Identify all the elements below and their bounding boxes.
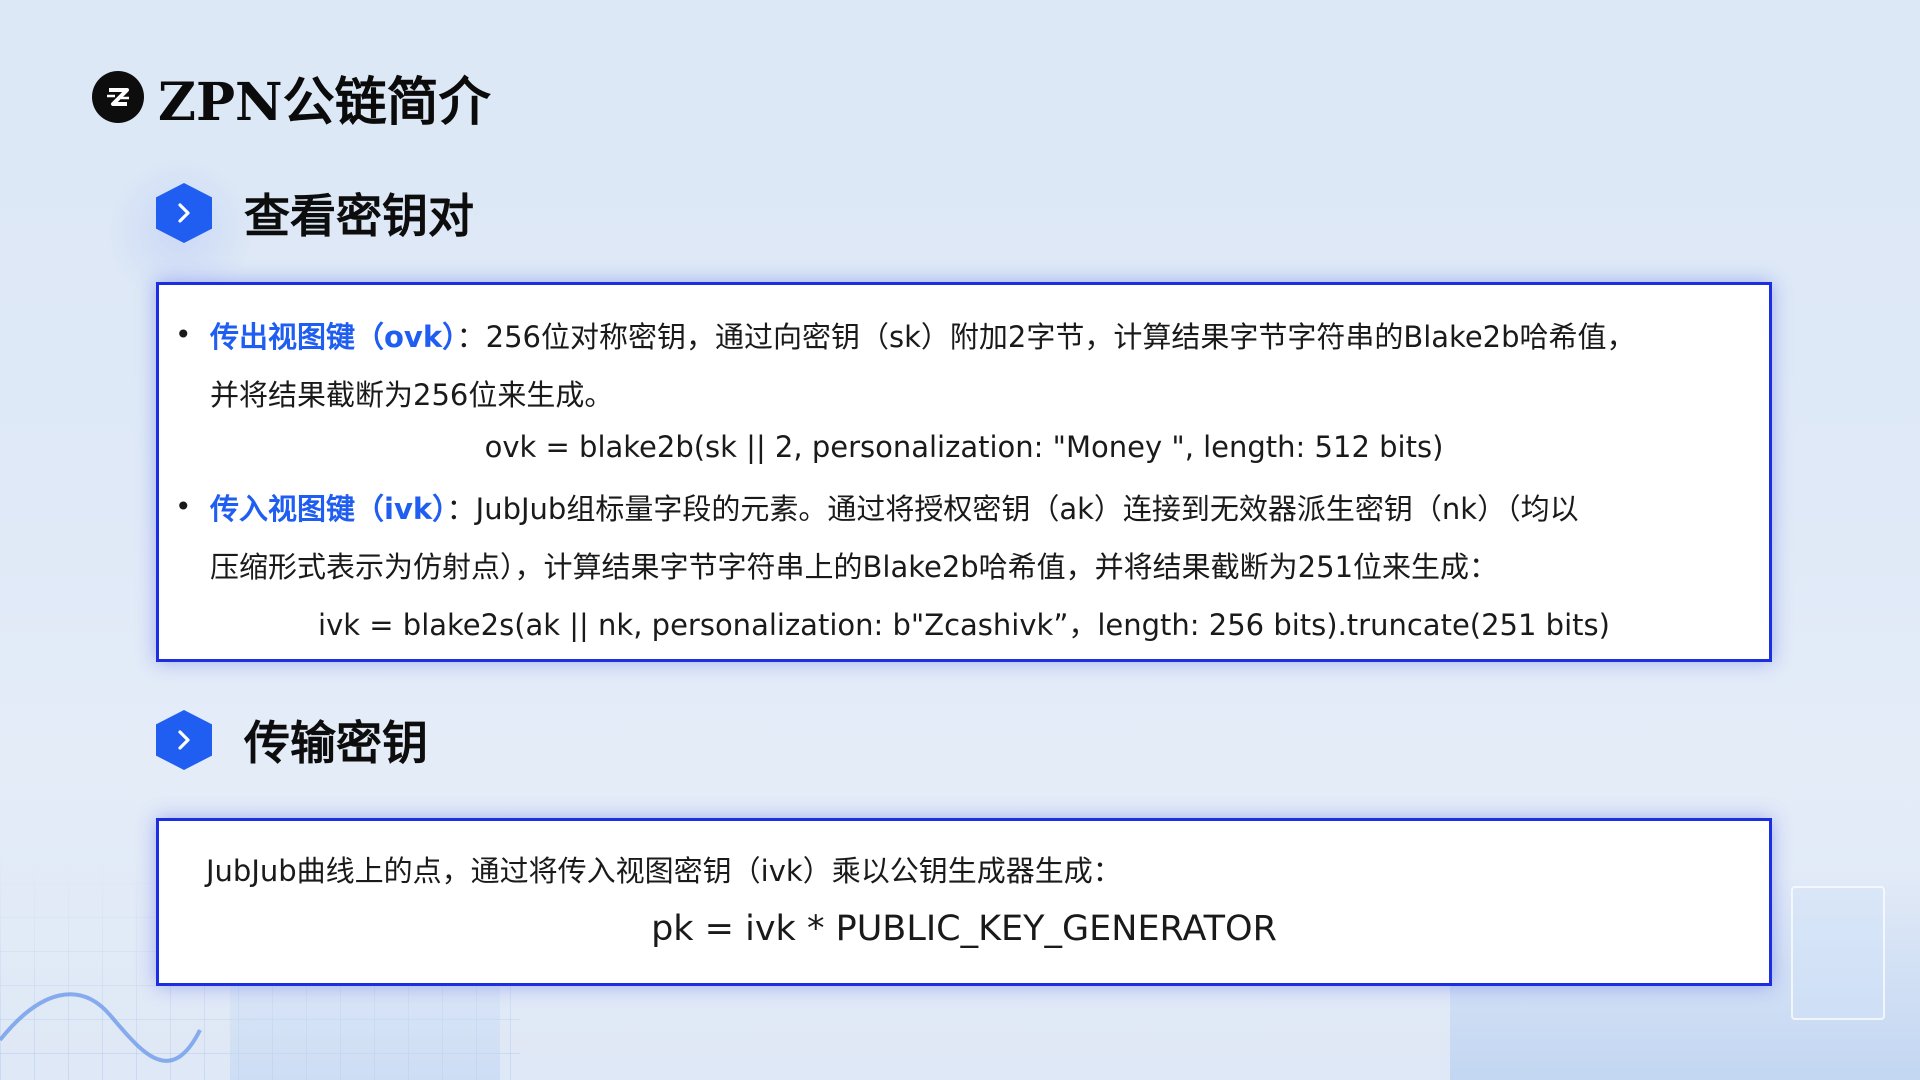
background-panel — [230, 970, 500, 1080]
section-title: 查看密钥对 — [244, 189, 474, 243]
ivk-description-line: 传入视图键（ivk）：JubJub组标量字段的元素。通过将授权密钥（ak）连接到… — [210, 486, 1579, 528]
section-title: 传输密钥 — [244, 716, 428, 770]
section-header-key-pair: 查看密钥对 — [156, 180, 474, 246]
chevron-right-icon — [156, 183, 212, 243]
ivk-formula: ivk = blake2s(ak || nk, personalization:… — [318, 608, 1610, 642]
ovk-description: ：256位对称密钥，通过向密钥（sk）附加2字节，计算结果字节字符串的Blake… — [456, 320, 1636, 354]
ovk-term: 传出视图键（ovk） — [210, 320, 457, 354]
transfer-key-content-box: JubJub曲线上的点，通过将传入视图密钥（ivk）乘以公钥生成器生成： pk … — [156, 818, 1772, 986]
transfer-key-description: JubJub曲线上的点，通过将传入视图密钥（ivk）乘以公钥生成器生成： — [206, 854, 1122, 888]
ivk-description-continued: 压缩形式表示为仿射点），计算结果字节字符串上的Blake2b哈希值，并将结果截断… — [210, 550, 1499, 584]
zpn-logo-icon — [92, 71, 144, 123]
ivk-term: 传入视图键（ivk） — [210, 492, 447, 526]
bullet: • — [175, 318, 192, 351]
page-header: ZPN公链简介 — [92, 62, 491, 133]
section-header-transfer-key: 传输密钥 — [156, 707, 428, 773]
chevron-right-icon — [156, 710, 212, 770]
background-screen-decoration — [1791, 886, 1885, 1020]
key-pair-content-box: • 传出视图键（ovk）：256位对称密钥，通过向密钥（sk）附加2字节，计算结… — [156, 282, 1772, 662]
ovk-description-continued: 并将结果截断为256位来生成。 — [210, 378, 614, 412]
ovk-formula: ovk = blake2b(sk || 2, personalization: … — [484, 430, 1444, 464]
transfer-key-formula: pk = ivk * PUBLIC_KEY_GENERATOR — [651, 909, 1277, 949]
page-title: ZPN公链简介 — [158, 71, 491, 133]
ivk-description: ：JubJub组标量字段的元素。通过将授权密钥（ak）连接到无效器派生密钥（nk… — [446, 492, 1579, 526]
ovk-description-line: 传出视图键（ovk）：256位对称密钥，通过向密钥（sk）附加2字节，计算结果字… — [210, 314, 1636, 356]
bullet: • — [175, 490, 192, 523]
